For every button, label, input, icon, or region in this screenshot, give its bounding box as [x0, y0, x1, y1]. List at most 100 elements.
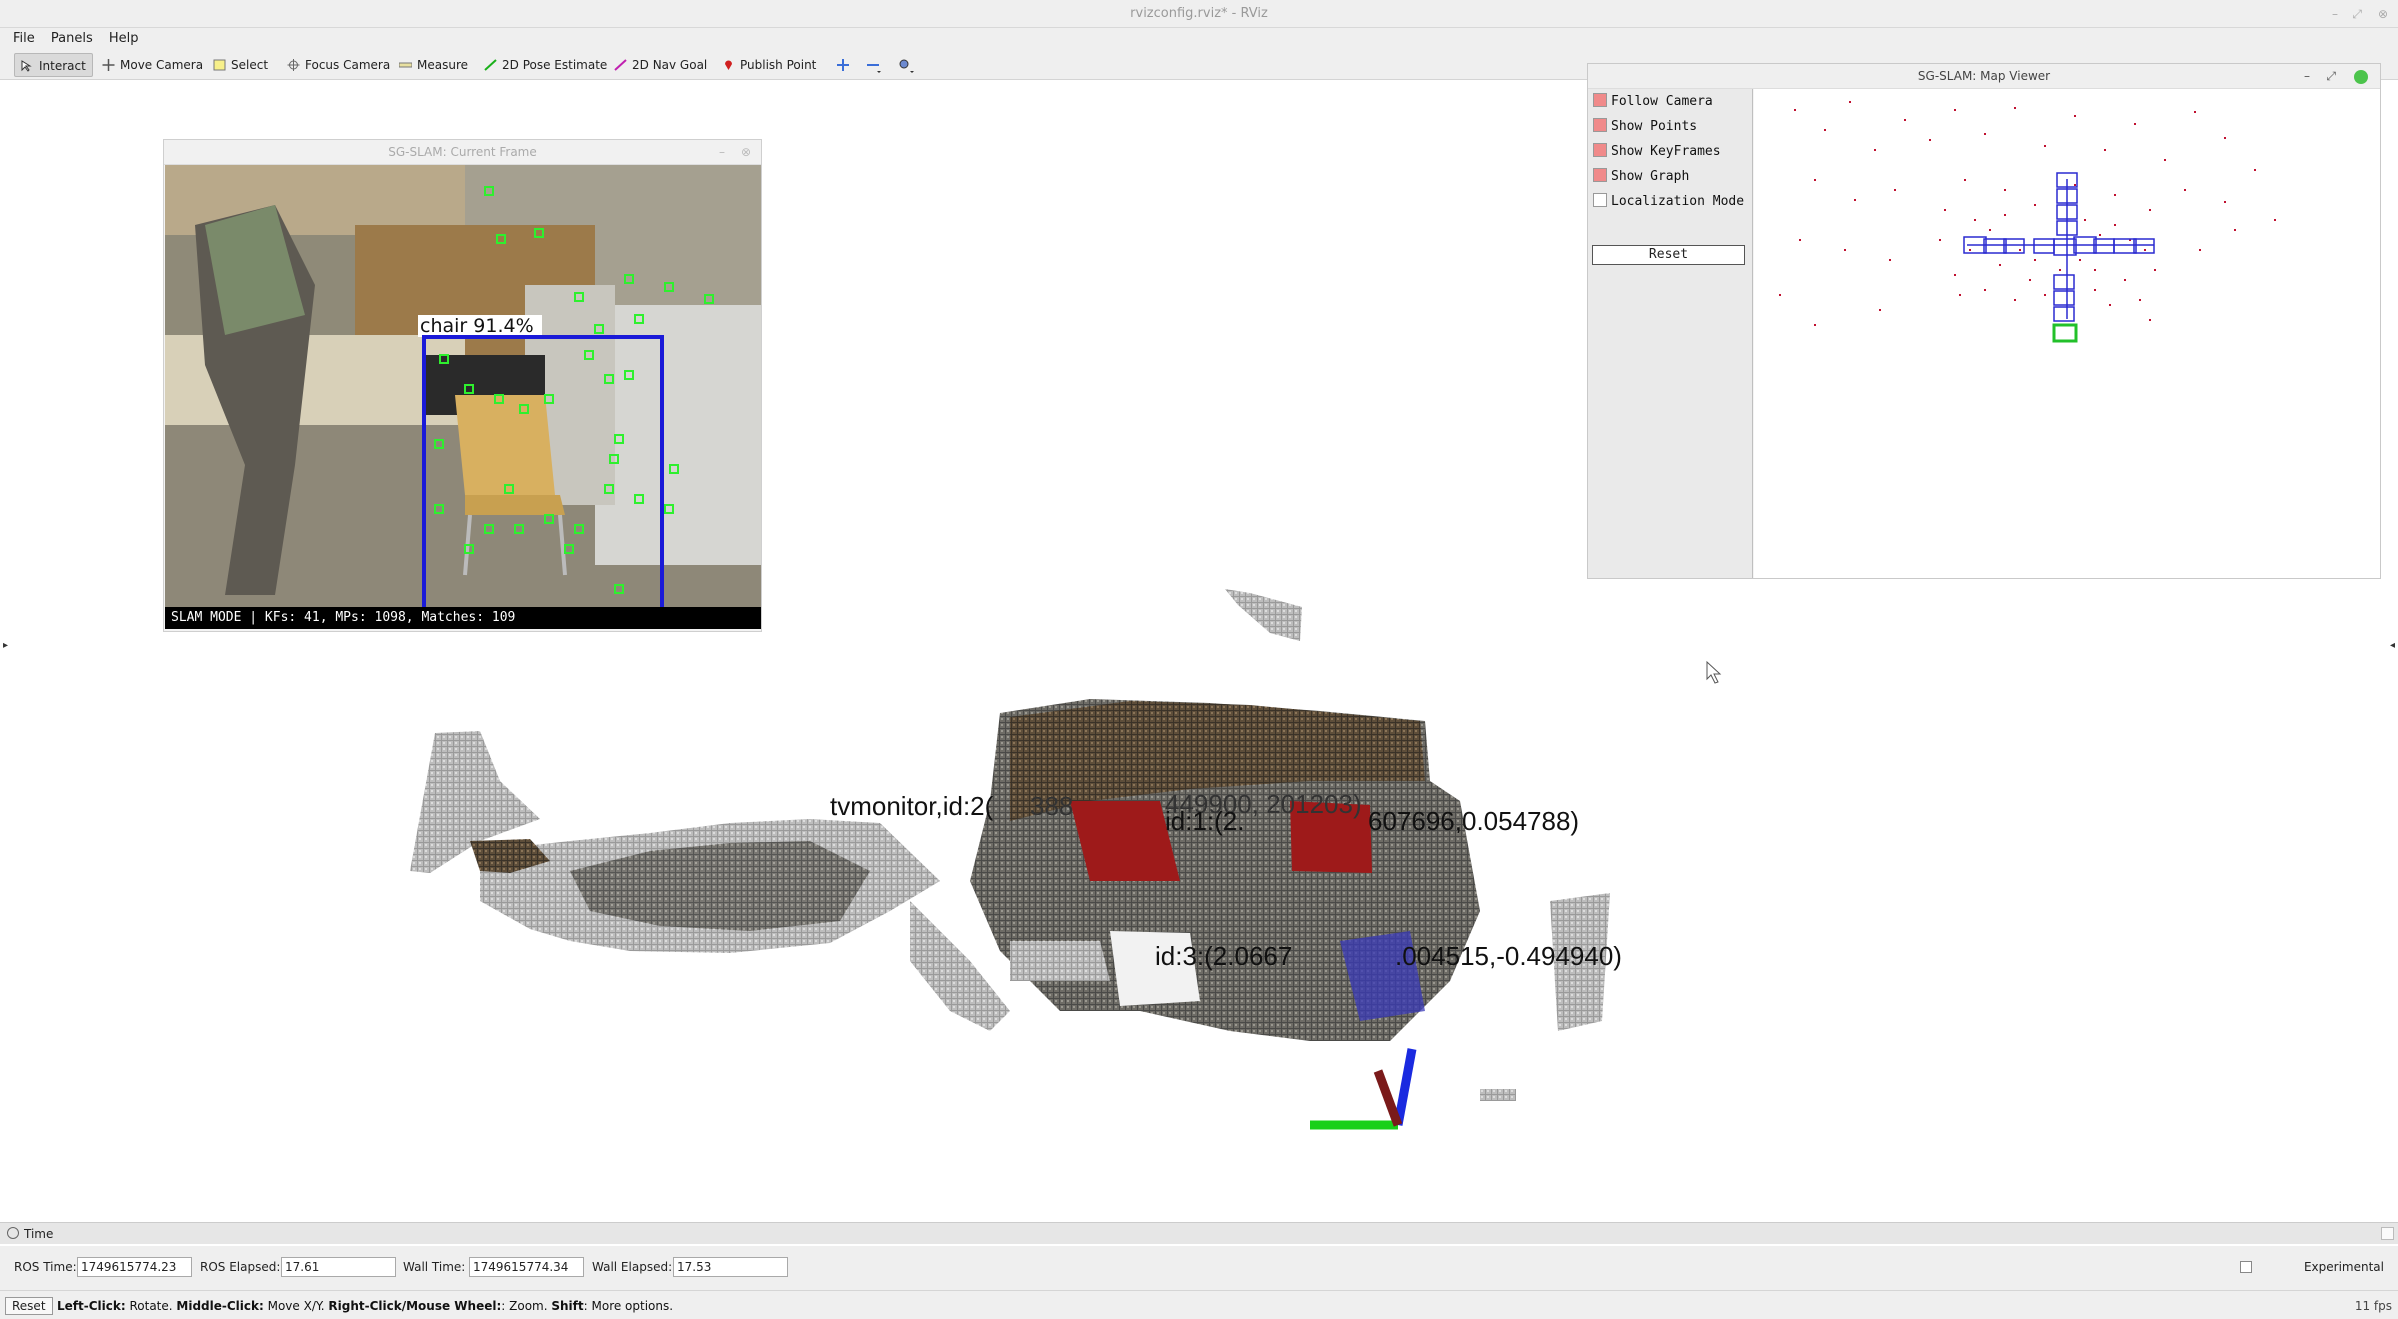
green-arrow-icon — [484, 59, 497, 71]
show-points-label: Show Points — [1611, 119, 1698, 134]
hint-shift: Shift — [551, 1299, 584, 1313]
select-label: Select — [231, 58, 269, 72]
nav-goal-label: 2D Nav Goal — [632, 58, 708, 72]
ros-elapsed-field[interactable]: 17.61 — [281, 1257, 396, 1277]
experimental-label: Experimental — [2303, 1260, 2384, 1274]
detection-label: chair 91.4% — [420, 315, 534, 337]
map-options-panel: Follow Camera Show Points Show KeyFrames… — [1588, 89, 1753, 578]
right-dock-arrow-icon[interactable]: ◂ — [2390, 640, 2395, 651]
tvmonitor-label-mid: 388 — [1030, 791, 1074, 821]
cursor-icon — [21, 60, 32, 72]
time-panel-header: Time — [0, 1222, 2398, 1244]
nav-goal-tool-button[interactable]: 2D Nav Goal — [608, 53, 713, 77]
window-title: rvizconfig.rviz* - RViz — [1130, 6, 1268, 21]
current-frame-title: SG-SLAM: Current Frame — [388, 145, 537, 159]
move-camera-tool-button[interactable]: Move Camera — [96, 53, 209, 77]
slam-status-bar: SLAM MODE | KFs: 41, MPs: 1098, Matches:… — [165, 607, 761, 629]
object-1-label: id:1:(2. — [1165, 806, 1245, 836]
hint-more: : More options. — [583, 1299, 674, 1313]
menu-file[interactable]: File — [7, 28, 41, 50]
localization-mode-checkbox[interactable]: Localization Mode — [1593, 192, 1744, 212]
object-3-label: id:3:(2.0667 — [1155, 941, 1293, 971]
experimental-checkbox[interactable] — [2240, 1261, 2252, 1273]
map-viewer-close-icon[interactable] — [2354, 70, 2368, 84]
camera-image: chair 91.4% — [165, 165, 761, 607]
hint-rotate: Rotate. — [125, 1299, 177, 1313]
ros-time-field[interactable]: 1749615774.23 — [77, 1257, 192, 1277]
focus-camera-tool-button[interactable]: Focus Camera — [281, 53, 396, 77]
show-points-check-icon — [1593, 118, 1607, 132]
menu-panels[interactable]: Panels — [45, 28, 99, 50]
interact-tool-button[interactable]: Interact — [14, 53, 93, 77]
camera-scene: chair 91.4% — [165, 165, 761, 607]
move-camera-label: Move Camera — [120, 58, 204, 72]
map-canvas[interactable] — [1754, 89, 2380, 578]
map-reset-button[interactable]: Reset — [1592, 245, 1745, 265]
ros-elapsed-label: ROS Elapsed: — [200, 1260, 281, 1274]
object-1-label-end: 607696,0.054788) — [1368, 806, 1580, 836]
fps-indicator: 11 fps — [2354, 1299, 2392, 1313]
pose-estimate-label: 2D Pose Estimate — [502, 58, 608, 72]
time-panel-title: Time — [24, 1227, 54, 1241]
localization-mode-check-icon — [1593, 193, 1607, 207]
interact-label: Interact — [39, 59, 86, 73]
minimize-icon[interactable]: – — [2332, 0, 2338, 28]
show-graph-label: Show Graph — [1611, 169, 1690, 184]
map-viewer-maximize-icon[interactable]: ⤢ — [2326, 64, 2336, 89]
map-viewer-titlebar: SG-SLAM: Map Viewer – ⤢ — [1588, 64, 2380, 89]
tvmonitor-label: tvmonitor,id:2( — [830, 791, 994, 821]
show-keyframes-checkbox[interactable]: Show KeyFrames — [1593, 142, 1721, 162]
current-frame-titlebar: SG-SLAM: Current Frame – ⊗ — [164, 140, 761, 165]
measure-tool-button[interactable]: Measure — [393, 53, 474, 77]
follow-camera-checkbox[interactable]: Follow Camera — [1593, 92, 1713, 112]
axes-marker — [1310, 1048, 1417, 1130]
map-points — [1779, 101, 2276, 326]
wall-elapsed-label: Wall Elapsed: — [592, 1260, 673, 1274]
show-keyframes-check-icon — [1593, 143, 1607, 157]
focus-camera-label: Focus Camera — [305, 58, 391, 72]
time-panel: ROS Time: 1749615774.23 ROS Elapsed: 17.… — [0, 1246, 2398, 1290]
hint-right-click: Right-Click/Mouse Wheel: — [328, 1299, 502, 1313]
map-viewer-title: SG-SLAM: Map Viewer — [1917, 69, 2051, 83]
current-frame-close-icon[interactable]: ⊗ — [741, 140, 751, 165]
time-panel-undock-icon[interactable] — [2381, 1227, 2394, 1240]
close-icon[interactable]: ⊗ — [2378, 0, 2388, 28]
hint-zoom: : Zoom. — [501, 1299, 552, 1313]
publish-point-label: Publish Point — [740, 58, 817, 72]
menu-help[interactable]: Help — [103, 28, 145, 50]
show-points-checkbox[interactable]: Show Points — [1593, 117, 1697, 137]
select-tool-button[interactable]: Select — [207, 53, 274, 77]
localization-mode-label: Localization Mode — [1611, 194, 1745, 209]
move-arrows-icon — [102, 59, 115, 71]
show-graph-check-icon — [1593, 168, 1607, 182]
select-box-icon — [213, 59, 226, 71]
wall-time-field[interactable]: 1749615774.34 — [469, 1257, 584, 1277]
desk-point-cloud — [970, 699, 1610, 1101]
hint-middle-click: Middle-Click: — [176, 1299, 264, 1313]
left-dock-arrow-icon[interactable]: ▸ — [3, 640, 8, 651]
show-keyframes-label: Show KeyFrames — [1611, 144, 1721, 159]
clock-icon — [7, 1227, 19, 1239]
mouse-hint-text: Left-Click: Rotate. Middle-Click: Move X… — [57, 1299, 673, 1313]
reset-button[interactable]: Reset — [5, 1297, 53, 1315]
maximize-icon[interactable]: ⤢ — [2352, 0, 2362, 28]
map-drawing — [1779, 101, 2276, 343]
show-graph-checkbox[interactable]: Show Graph — [1593, 167, 1689, 187]
status-bar: Reset Left-Click: Rotate. Middle-Click: … — [0, 1290, 2398, 1319]
follow-camera-check-icon — [1593, 93, 1607, 107]
pose-estimate-tool-button[interactable]: 2D Pose Estimate — [478, 53, 613, 77]
map-viewer-window: SG-SLAM: Map Viewer – ⤢ Follow Camera Sh… — [1587, 63, 2381, 579]
object-3-label-end: .004515,-0.494940) — [1395, 941, 1622, 971]
wall-elapsed-field[interactable]: 17.53 — [673, 1257, 788, 1277]
ros-time-label: ROS Time: — [14, 1260, 77, 1274]
map-viewer-minimize-icon[interactable]: – — [2304, 64, 2310, 89]
measure-label: Measure — [417, 58, 468, 72]
add-tool-icon[interactable] — [836, 58, 850, 72]
camera-type-icon[interactable] — [898, 58, 916, 74]
follow-camera-label: Follow Camera — [1611, 94, 1713, 109]
window-titlebar: rvizconfig.rviz* - RViz – ⤢ ⊗ — [0, 0, 2398, 28]
remove-tool-icon[interactable] — [866, 58, 882, 74]
current-frame-minimize-icon[interactable]: – — [719, 140, 725, 165]
hint-move: Move X/Y. — [263, 1299, 329, 1313]
publish-point-tool-button[interactable]: Publish Point — [716, 53, 822, 77]
